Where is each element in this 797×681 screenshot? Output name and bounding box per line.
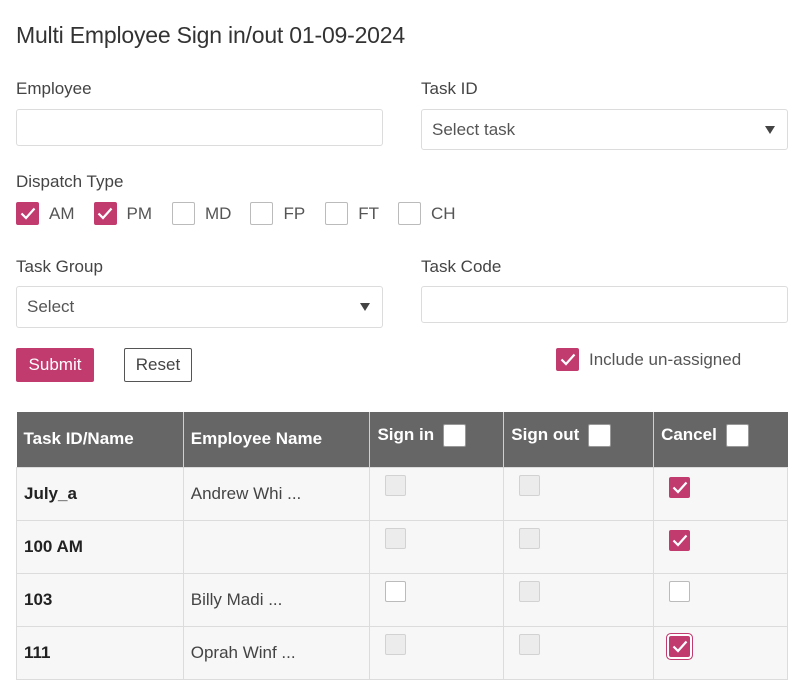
cell-cancel: [653, 519, 788, 574]
sign-out-checkbox: [519, 474, 541, 496]
cell-sign-in: [369, 466, 505, 521]
task-id-label: Task ID: [421, 79, 478, 98]
caret-down-icon: [765, 125, 775, 134]
cell-cancel: [653, 466, 788, 521]
checkmark-icon: [672, 640, 687, 653]
sign-in-select-all-checkbox[interactable]: [443, 423, 467, 447]
cell-task: July_a: [16, 466, 184, 521]
cell-sign-in: [369, 519, 505, 574]
checkmark-icon: [672, 534, 687, 547]
table-row: 103 Billy Madi ...: [16, 572, 788, 627]
sign-out-checkbox: [519, 527, 541, 549]
dispatch-ft-label: FT: [358, 203, 379, 223]
cell-task: 103: [16, 572, 184, 627]
col-sign-in-header-label: Sign in: [377, 425, 435, 445]
cell-sign-in: [369, 625, 505, 680]
table-row: 111 Oprah Winf ...: [16, 625, 788, 680]
col-task-header-label: Task ID/Name: [23, 429, 134, 449]
dispatch-md-checkbox[interactable]: [172, 202, 195, 225]
sign-in-checkbox: [385, 474, 407, 496]
dispatch-pm[interactable]: PM: [93, 202, 153, 225]
dispatch-ch[interactable]: CH: [397, 202, 456, 225]
dispatch-type-label: Dispatch Type: [16, 172, 124, 191]
reset-button[interactable]: Reset: [124, 348, 192, 382]
cell-employee: Andrew Whi ...: [182, 466, 371, 521]
cell-sign-out: [503, 466, 655, 521]
cancel-checkbox[interactable]: [669, 580, 691, 602]
page-title: Multi Employee Sign in/out 01-09-2024: [16, 22, 405, 48]
cancel-checkbox[interactable]: [669, 529, 691, 551]
cell-sign-out: [503, 519, 655, 574]
task-code-label: Task Code: [421, 257, 502, 276]
table-header-row: Task ID/Name Employee Name Sign in Sign …: [16, 412, 788, 467]
caret-down-icon: [360, 303, 370, 311]
table-row: 100 AM: [16, 519, 788, 574]
checkmark-icon: [20, 207, 35, 220]
dispatch-md[interactable]: MD: [172, 202, 231, 225]
table-row: July_a Andrew Whi ...: [16, 466, 788, 521]
cell-sign-in: [369, 572, 505, 627]
cell-employee: Billy Madi ...: [182, 572, 371, 627]
dispatch-ft[interactable]: FT: [325, 202, 379, 225]
cell-cancel: [653, 625, 788, 680]
sign-in-checkbox: [385, 527, 407, 549]
cancel-checkbox[interactable]: [669, 476, 691, 498]
cancel-select-all-checkbox[interactable]: [725, 423, 749, 447]
sign-in-checkbox: [385, 633, 407, 655]
sign-out-select-all-checkbox[interactable]: [588, 423, 612, 447]
task-code-field[interactable]: [421, 286, 788, 323]
dispatch-pm-label: PM: [126, 203, 153, 223]
cell-task: 100 AM: [16, 519, 184, 574]
dispatch-ch-label: CH: [430, 203, 456, 223]
include-unassigned-checkbox[interactable]: [556, 348, 579, 371]
col-sign-out-header: Sign out: [503, 412, 655, 467]
include-unassigned[interactable]: Include un-assigned: [556, 348, 741, 371]
submit-button[interactable]: Submit: [16, 348, 94, 382]
dispatch-am-label: AM: [49, 203, 75, 223]
cancel-checkbox[interactable]: [669, 635, 691, 657]
task-id-select-value: Select task: [432, 119, 516, 139]
dispatch-pm-checkbox[interactable]: [93, 202, 117, 225]
col-employee-header: Employee Name: [183, 412, 371, 467]
dispatch-am[interactable]: AM: [16, 202, 75, 225]
task-id-select[interactable]: Select task: [421, 109, 788, 150]
dispatch-am-checkbox[interactable]: [16, 202, 39, 225]
col-cancel-header-label: Cancel: [661, 425, 717, 445]
cell-sign-out: [503, 572, 655, 627]
dispatch-fp-label: FP: [283, 203, 306, 223]
checkmark-icon: [97, 207, 113, 220]
cell-task: 111: [16, 625, 184, 680]
task-group-label: Task Group: [16, 257, 103, 276]
dispatch-fp[interactable]: FP: [250, 202, 305, 225]
col-sign-out-header-label: Sign out: [511, 425, 580, 445]
sign-out-checkbox: [519, 580, 541, 602]
task-group-select[interactable]: Select: [16, 286, 383, 328]
dispatch-md-label: MD: [205, 203, 232, 223]
col-task-header: Task ID/Name: [16, 412, 184, 467]
checkmark-icon: [672, 481, 687, 494]
col-cancel-header: Cancel: [653, 412, 788, 467]
dispatch-ft-checkbox[interactable]: [325, 202, 349, 225]
sign-table: Task ID/Name Employee Name Sign in Sign …: [16, 412, 788, 680]
dispatch-ch-checkbox[interactable]: [397, 202, 421, 225]
employee-field[interactable]: [16, 109, 383, 146]
dispatch-fp-checkbox[interactable]: [250, 202, 274, 225]
cell-employee: Oprah Winf ...: [182, 625, 371, 680]
checkmark-icon: [560, 353, 575, 366]
dispatch-type-group: AM PM MD FP FT CH: [16, 202, 474, 225]
cell-employee: [182, 519, 371, 574]
include-unassigned-label: Include un-assigned: [589, 349, 742, 369]
employee-label: Employee: [16, 79, 92, 98]
cell-sign-out: [503, 625, 655, 680]
col-employee-header-label: Employee Name: [190, 429, 323, 449]
task-group-select-value: Select: [27, 297, 75, 316]
col-sign-in-header: Sign in: [369, 412, 505, 467]
sign-out-checkbox: [519, 633, 541, 655]
sign-in-checkbox[interactable]: [385, 580, 407, 602]
cell-cancel: [653, 572, 788, 627]
